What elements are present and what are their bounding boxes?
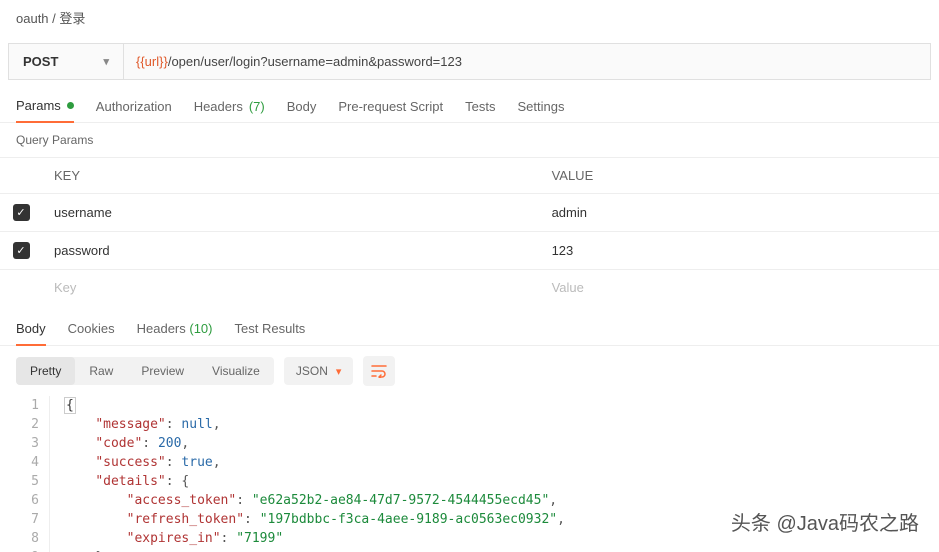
view-mode-group: Pretty Raw Preview Visualize xyxy=(16,357,274,385)
param-value-placeholder[interactable]: Value xyxy=(540,270,939,306)
view-toolbar: Pretty Raw Preview Visualize JSON ▾ xyxy=(0,346,939,396)
col-key: KEY xyxy=(42,158,540,194)
url-variable: {{url}} xyxy=(136,54,168,69)
wrap-lines-button[interactable] xyxy=(363,356,395,386)
tab-params[interactable]: Params xyxy=(16,98,74,123)
response-tabs: Body Cookies Headers (10) Test Results xyxy=(0,311,939,346)
tab-tests[interactable]: Tests xyxy=(465,98,495,122)
param-key-input[interactable]: username xyxy=(42,194,540,232)
chevron-down-icon: ▾ xyxy=(336,365,342,378)
view-preview-button[interactable]: Preview xyxy=(127,357,198,385)
table-row-empty: Key Value xyxy=(0,270,939,306)
url-input[interactable]: {{url}}/open/user/login?username=admin&p… xyxy=(124,44,930,79)
checkbox[interactable]: ✓ xyxy=(13,204,30,221)
method-select[interactable]: POST ▾ xyxy=(9,44,124,79)
resp-tab-cookies[interactable]: Cookies xyxy=(68,321,115,345)
resp-tab-testresults[interactable]: Test Results xyxy=(235,321,306,345)
view-raw-button[interactable]: Raw xyxy=(75,357,127,385)
tab-body[interactable]: Body xyxy=(287,98,317,122)
code-content: { "message": null, "code": 200, "success… xyxy=(50,396,565,552)
line-gutter: 12345678910 xyxy=(0,396,50,552)
breadcrumb-name[interactable]: 登录 xyxy=(59,11,85,26)
tab-headers[interactable]: Headers (7) xyxy=(194,98,265,122)
request-tabs: Params Authorization Headers (7) Body Pr… xyxy=(0,88,939,123)
checkbox[interactable]: ✓ xyxy=(13,242,30,259)
watermark: 头条 @Java码农之路 xyxy=(731,507,919,536)
breadcrumb-folder[interactable]: oauth xyxy=(16,11,49,26)
params-table: KEY VALUE ✓ username admin ✓ password 12… xyxy=(0,157,939,305)
resp-tab-body[interactable]: Body xyxy=(16,321,46,346)
param-key-input[interactable]: password xyxy=(42,232,540,270)
tab-authorization[interactable]: Authorization xyxy=(96,98,172,122)
breadcrumb: oauth / 登录 xyxy=(0,0,939,35)
param-key-placeholder[interactable]: Key xyxy=(42,270,540,306)
active-dot-icon xyxy=(67,102,74,109)
request-row: POST ▾ {{url}}/open/user/login?username=… xyxy=(8,43,931,80)
chevron-down-icon: ▾ xyxy=(103,55,109,68)
view-visualize-button[interactable]: Visualize xyxy=(198,357,274,385)
format-select[interactable]: JSON ▾ xyxy=(284,357,354,385)
table-row: ✓ password 123 xyxy=(0,232,939,270)
param-value-input[interactable]: 123 xyxy=(540,232,939,270)
query-params-title: Query Params xyxy=(0,123,939,157)
view-pretty-button[interactable]: Pretty xyxy=(16,357,75,385)
resp-tab-headers[interactable]: Headers (10) xyxy=(137,321,213,345)
table-row: ✓ username admin xyxy=(0,194,939,232)
wrap-icon xyxy=(371,364,387,378)
tab-settings[interactable]: Settings xyxy=(517,98,564,122)
param-value-input[interactable]: admin xyxy=(540,194,939,232)
col-value: VALUE xyxy=(540,158,939,194)
tab-prerequest[interactable]: Pre-request Script xyxy=(338,98,443,122)
method-label: POST xyxy=(23,54,58,69)
breadcrumb-sep: / xyxy=(52,11,56,26)
url-path: /open/user/login?username=admin&password… xyxy=(168,54,462,69)
